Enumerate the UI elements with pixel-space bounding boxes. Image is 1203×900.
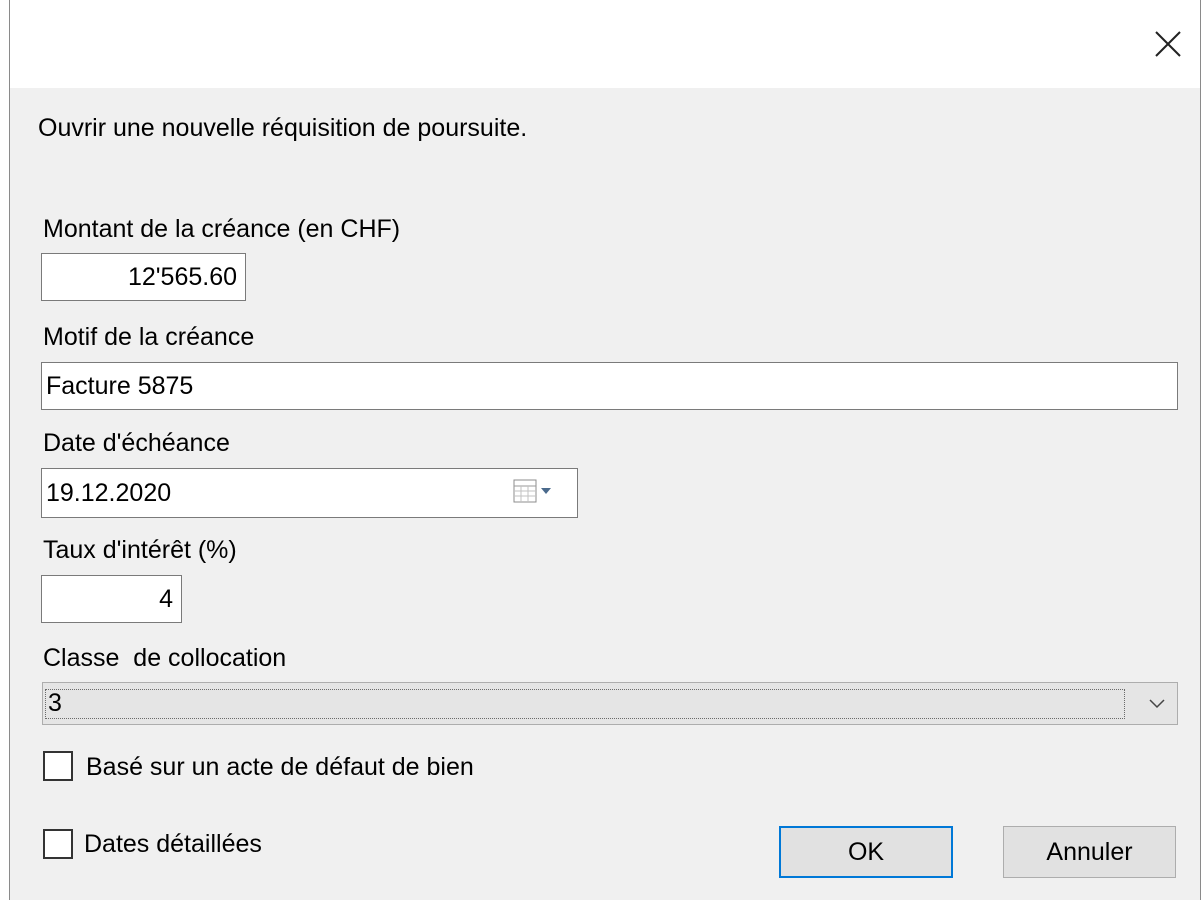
amount-value: 12'565.60	[127, 263, 237, 291]
due-date-picker[interactable]: 19.12.2020	[41, 468, 578, 518]
chevron-down-icon	[1149, 699, 1165, 709]
cancel-button-label: Annuler	[1046, 838, 1133, 866]
due-date-value: 19.12.2020	[46, 479, 172, 507]
instruction-text: Ouvrir une nouvelle réquisition de pours…	[38, 114, 528, 142]
interest-value: 4	[159, 585, 173, 613]
loss-certificate-checkbox[interactable]	[43, 751, 73, 781]
title-bar	[10, 0, 1200, 88]
ok-button[interactable]: OK	[779, 826, 953, 878]
chevron-down-button[interactable]	[1147, 695, 1167, 713]
amount-field[interactable]: 12'565.60	[41, 253, 246, 301]
class-selected-value: 3	[45, 689, 1125, 719]
class-label: Classe de collocation	[43, 644, 287, 672]
motive-field[interactable]: Facture 5875	[41, 362, 1178, 410]
interest-label: Taux d'intérêt (%)	[43, 536, 237, 564]
class-value: 3	[48, 689, 62, 717]
ok-button-label: OK	[847, 838, 885, 866]
due-date-label: Date d'échéance	[43, 429, 230, 457]
close-icon	[1155, 31, 1181, 57]
detailed-dates-label: Dates détaillées	[84, 830, 262, 858]
interest-field[interactable]: 4	[41, 575, 182, 623]
detailed-dates-checkbox[interactable]	[43, 829, 73, 859]
motive-value: Facture 5875	[46, 372, 194, 400]
class-dropdown[interactable]: 3	[42, 682, 1178, 725]
cancel-button[interactable]: Annuler	[1003, 826, 1176, 878]
calendar-dropdown-button[interactable]	[513, 477, 555, 505]
loss-certificate-label: Basé sur un acte de défaut de bien	[86, 753, 474, 781]
calendar-dropdown-icon	[513, 479, 551, 503]
motive-label: Motif de la créance	[43, 323, 255, 351]
amount-label: Montant de la créance (en CHF)	[43, 215, 401, 243]
dialog-window: Ouvrir une nouvelle réquisition de pours…	[9, 0, 1201, 900]
close-button[interactable]	[1146, 22, 1190, 66]
